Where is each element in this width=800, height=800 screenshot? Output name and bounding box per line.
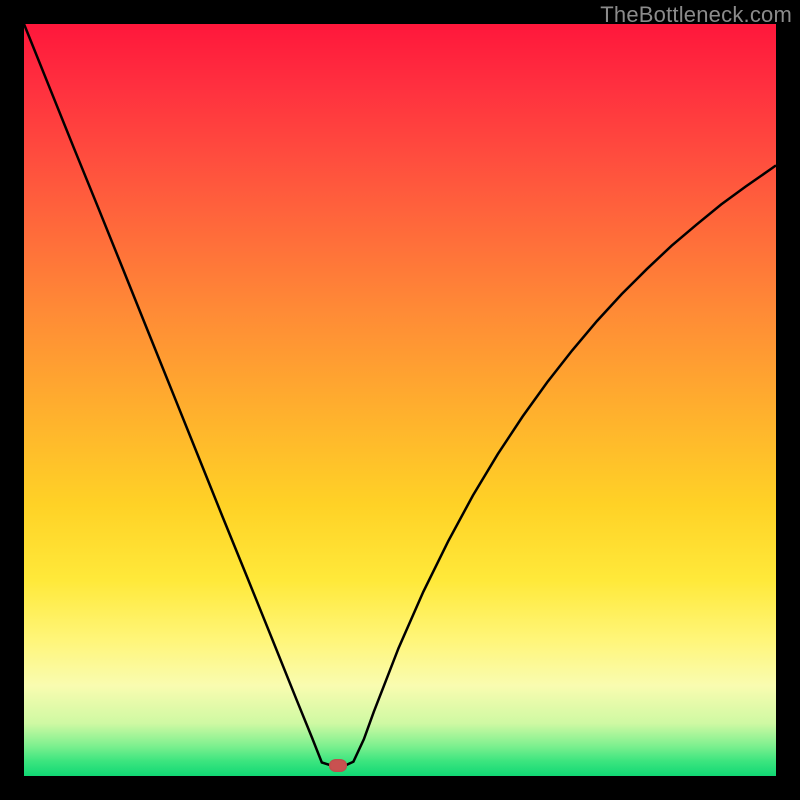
chart-stage: TheBottleneck.com: [0, 0, 800, 800]
curve-path: [24, 24, 776, 766]
optimum-marker: [329, 759, 347, 772]
bottleneck-curve: [24, 24, 776, 776]
plot-area: [24, 24, 776, 776]
